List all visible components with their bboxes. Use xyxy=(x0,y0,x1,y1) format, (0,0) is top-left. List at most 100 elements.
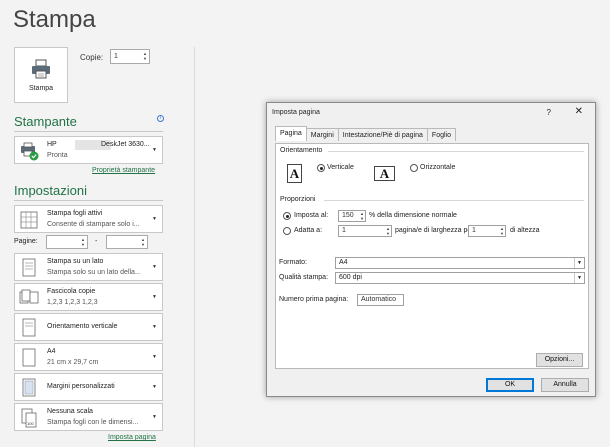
orientation-title: Orientamento verticale xyxy=(47,323,118,330)
print-what-title: Stampa fogli attivi xyxy=(47,210,103,217)
help-button[interactable]: ? xyxy=(547,108,551,117)
copies-value: 1 xyxy=(114,53,118,60)
printer-name-prefix: HP xyxy=(47,141,57,148)
divider xyxy=(14,131,163,132)
pages-to-input[interactable]: ▲ ▼ xyxy=(106,235,148,249)
sides-select[interactable]: Stampa su un lato Stampa solo su un lato… xyxy=(14,253,163,281)
landscape-radio[interactable] xyxy=(410,164,418,172)
paper-size-label: Formato: xyxy=(279,259,308,266)
fit-width-input[interactable]: 1 ▲ ▼ xyxy=(338,225,392,237)
page-setup-dialog: Imposta pagina ? ✕ Pagina Margini Intest… xyxy=(266,102,596,397)
print-quality-value: 600 dpi xyxy=(339,274,362,281)
fit-height-stepper[interactable]: ▲ ▼ xyxy=(500,226,504,236)
adjust-suffix: % della dimensione normale xyxy=(369,212,457,219)
divider xyxy=(194,47,195,447)
print-quality-select[interactable]: 600 dpi ▼ xyxy=(335,272,585,284)
chevron-down-icon: ▼ xyxy=(152,216,157,222)
collate-icon xyxy=(19,289,39,304)
printer-select[interactable]: HP DeskJet 3630... Pronta ▼ xyxy=(14,136,163,164)
chevron-down-icon: ▼ xyxy=(152,414,157,420)
margins-title: Margini personalizzati xyxy=(47,383,115,390)
divider xyxy=(14,200,163,201)
sides-desc: Stampa solo su un lato della... xyxy=(47,269,141,276)
one-sided-icon xyxy=(22,258,36,277)
adjust-to-label: Imposta al: xyxy=(294,212,329,219)
copies-stepper[interactable]: ▲ ▼ xyxy=(143,51,147,61)
portrait-orientation-icon xyxy=(22,318,36,337)
chevron-down-icon: ▼ xyxy=(152,354,157,360)
printer-status: Pronta xyxy=(47,152,68,159)
close-button[interactable]: ✕ xyxy=(575,106,583,117)
pages-to-stepper[interactable]: ▲ ▼ xyxy=(141,237,145,247)
divider xyxy=(328,151,584,152)
scaling-desc: Stampa fogli con le dimensi... xyxy=(47,419,139,426)
fit-width-value: 1 xyxy=(342,227,346,234)
chevron-down-icon: ▼ xyxy=(574,273,584,283)
tab-panel: Orientamento A Verticale A Orizzontale P… xyxy=(275,143,589,369)
options-button[interactable]: Opzioni... xyxy=(536,353,583,367)
pages-separator: - xyxy=(95,238,98,245)
print-what-desc: Consente di stampare solo i... xyxy=(47,221,140,228)
fit-height-input[interactable]: 1 ▲ ▼ xyxy=(468,225,506,237)
fit-to-label: Adatta a: xyxy=(294,227,323,234)
adjust-value: 150 xyxy=(342,212,354,219)
fit-height-suffix: di altezza xyxy=(510,227,540,234)
dialog-title: Imposta pagina xyxy=(272,109,320,116)
first-page-input[interactable]: Automatico xyxy=(357,294,404,306)
fit-width-stepper[interactable]: ▲ ▼ xyxy=(386,226,390,236)
tab-pagina[interactable]: Pagina xyxy=(275,126,307,141)
page-title: Stampa xyxy=(13,6,96,33)
print-button-label: Stampa xyxy=(28,84,54,92)
first-page-label: Numero prima pagina: xyxy=(279,296,349,303)
paper-size-select[interactable]: A4 ▼ xyxy=(335,257,585,269)
adjust-to-radio[interactable] xyxy=(283,212,291,220)
paper-desc: 21 cm x 29,7 cm xyxy=(47,359,99,366)
pages-from-stepper[interactable]: ▲ ▼ xyxy=(81,237,85,247)
info-icon[interactable]: i xyxy=(157,115,164,122)
collate-desc: 1,2,3 1,2,3 1,2,3 xyxy=(47,299,98,306)
print-what-select[interactable]: Stampa fogli attivi Consente di stampare… xyxy=(14,205,163,233)
copies-input[interactable]: 1 ▲ ▼ xyxy=(110,49,150,64)
chevron-down-icon: ▼ xyxy=(152,324,157,330)
pages-from-input[interactable]: ▲ ▼ xyxy=(46,235,88,249)
portrait-label: Verticale xyxy=(327,164,354,171)
sides-title: Stampa su un lato xyxy=(47,258,104,265)
tab-intestazione[interactable]: Intestazione/Piè di pagina xyxy=(337,128,428,141)
chevron-down-icon: ▼ xyxy=(152,384,157,390)
adjust-stepper[interactable]: ▲ ▼ xyxy=(360,211,364,221)
scaling-select[interactable]: 100 Nessuna scala Stampa fogli con le di… xyxy=(14,403,163,431)
ok-button[interactable]: OK xyxy=(486,378,534,392)
cancel-button[interactable]: Annulla xyxy=(541,378,589,392)
collate-select[interactable]: Fascicola copie 1,2,3 1,2,3 1,2,3 ▼ xyxy=(14,283,163,311)
adjust-value-input[interactable]: 150 ▲ ▼ xyxy=(338,210,366,222)
printer-properties-link[interactable]: Proprietà stampante xyxy=(92,167,155,174)
tab-foglio[interactable]: Foglio xyxy=(426,128,456,141)
proportions-group-label: Proporzioni xyxy=(280,196,316,203)
settings-heading: Impostazioni xyxy=(14,183,87,198)
pages-label: Pagine: xyxy=(14,238,38,245)
print-quality-label: Qualità stampa: xyxy=(279,274,329,281)
collate-title: Fascicola copie xyxy=(47,288,96,295)
divider xyxy=(324,200,584,201)
scaling-title: Nessuna scala xyxy=(47,408,93,415)
print-button[interactable]: Stampa xyxy=(14,47,68,103)
copies-label: Copie: xyxy=(80,53,104,62)
margins-select[interactable]: Margini personalizzati ▼ xyxy=(14,373,163,401)
fit-height-value: 1 xyxy=(472,227,476,234)
orientation-group-label: Orientamento xyxy=(280,147,323,154)
printer-heading: Stampante xyxy=(14,114,77,129)
chevron-down-icon: ▼ xyxy=(152,294,157,300)
fit-width-suffix: pagina/e di larghezza per xyxy=(395,227,474,234)
landscape-icon: A xyxy=(374,166,395,181)
tab-margini[interactable]: Margini xyxy=(305,128,339,141)
paper-title: A4 xyxy=(47,348,56,355)
page-setup-link[interactable]: Imposta pagina xyxy=(108,434,156,441)
margins-icon xyxy=(22,378,36,397)
paper-size-select[interactable]: A4 21 cm x 29,7 cm ▼ xyxy=(14,343,163,371)
portrait-icon: A xyxy=(287,164,302,183)
fit-to-radio[interactable] xyxy=(283,227,291,235)
orientation-select[interactable]: Orientamento verticale ▼ xyxy=(14,313,163,341)
portrait-radio[interactable] xyxy=(317,164,325,172)
worksheet-icon xyxy=(20,211,38,229)
printer-ready-icon xyxy=(21,142,39,161)
